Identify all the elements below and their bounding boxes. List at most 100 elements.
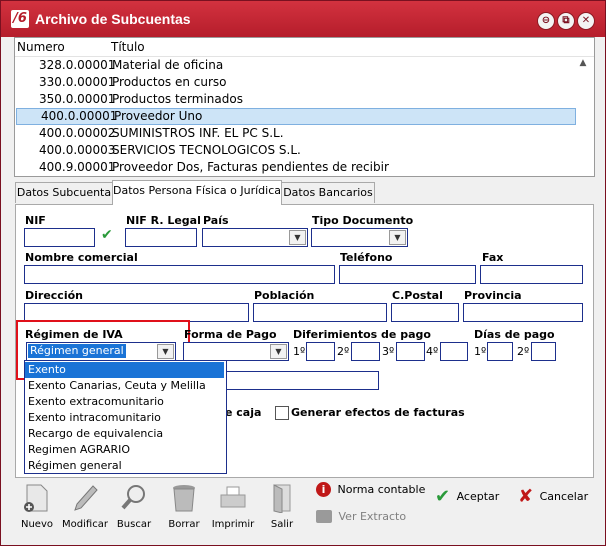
dif-4-label: 4º: [426, 345, 439, 358]
dia-1-label: 1º: [474, 345, 487, 358]
row-numero: 328.0.00001: [39, 58, 116, 72]
nif-field[interactable]: [24, 228, 95, 247]
diferimientos-label: Diferimientos de pago: [293, 328, 431, 341]
direccion-label: Dirección: [25, 289, 83, 302]
dif-4-field[interactable]: [440, 342, 468, 361]
pais-select[interactable]: ▼: [202, 228, 308, 247]
dias-pago-label: Días de pago: [474, 328, 555, 341]
close-button[interactable]: ✕: [577, 12, 595, 30]
nombre-comercial-field[interactable]: [24, 265, 335, 284]
row-titulo: Productos en curso: [112, 75, 227, 89]
dropdown-option[interactable]: Exento intracomunitario: [25, 410, 224, 426]
trash-icon: [173, 485, 195, 512]
telefono-label: Teléfono: [340, 251, 393, 264]
fax-label: Fax: [482, 251, 504, 264]
poblacion-label: Población: [254, 289, 315, 302]
printer-icon: [220, 486, 246, 508]
pencil-icon: [74, 485, 98, 511]
extra-field[interactable]: [223, 371, 379, 390]
subcuentas-window: /6 Archivo de Subcuentas ⊖ ⧉ ✕ Numero Tí…: [0, 0, 606, 546]
generar-efectos-label: Generar efectos de facturas: [291, 406, 465, 419]
dif-3-field[interactable]: [396, 342, 425, 361]
list-header: Numero Título: [15, 38, 594, 57]
list-row[interactable]: 350.0.00001 Productos terminados: [15, 91, 575, 108]
dif-1-label: 1º: [293, 345, 306, 358]
regimen-dropdown-list[interactable]: Exento Exento Canarias, Ceuta y Melilla …: [24, 360, 227, 474]
ver-extracto-label: Ver Extracto: [338, 509, 407, 523]
list-row[interactable]: 400.0.00003 SERVICIOS TECNOLOGICOS S.L.: [15, 142, 575, 159]
poblacion-field[interactable]: [253, 303, 387, 322]
dif-2-field[interactable]: [351, 342, 380, 361]
dropdown-option-exento[interactable]: Exento: [25, 362, 224, 378]
cpostal-field[interactable]: [391, 303, 459, 322]
cpostal-label: C.Postal: [392, 289, 443, 302]
dropdown-option[interactable]: Exento extracomunitario: [25, 394, 224, 410]
row-numero: 400.0.00002: [39, 126, 116, 140]
nif-legal-label: NIF R. Legal: [126, 214, 201, 227]
list-row[interactable]: 328.0.00001 Material de oficina: [15, 57, 575, 74]
dia-2-field[interactable]: [531, 342, 556, 361]
norma-contable-label: Norma contable: [337, 483, 426, 496]
scroll-up-icon[interactable]: ▲: [576, 58, 590, 72]
ver-extracto-button[interactable]: Ver Extracto: [316, 509, 406, 523]
list-row[interactable]: 400.9.00001 Proveedor Dos, Facturas pendi…: [15, 159, 575, 176]
tab-datos-persona[interactable]: Datos Persona Física o Jurídica: [112, 180, 282, 205]
dif-2-label: 2º: [337, 345, 350, 358]
provincia-field[interactable]: [463, 303, 583, 322]
window-title: Archivo de Subcuentas: [35, 11, 191, 27]
row-numero: 350.0.00001: [39, 92, 116, 106]
check-icon: ✔: [101, 227, 113, 243]
aceptar-label: Aceptar: [456, 490, 500, 503]
list-row[interactable]: 330.0.00001 Productos en curso: [15, 74, 575, 91]
aceptar-button[interactable]: ✔ Aceptar: [435, 486, 499, 507]
dif-1-field[interactable]: [306, 342, 335, 361]
telefono-field[interactable]: [339, 265, 476, 284]
cancelar-button[interactable]: ✘ Cancelar: [518, 486, 588, 507]
nuevo-label: Nuevo: [20, 519, 53, 530]
row-titulo: Proveedor Uno: [114, 109, 203, 123]
check-icon: ✔: [435, 486, 451, 507]
row-titulo: SERVICIOS TECNOLOGICOS S.L.: [112, 143, 301, 157]
row-titulo: Productos terminados: [112, 92, 243, 106]
chevron-down-icon[interactable]: ▼: [289, 230, 306, 245]
column-header-numero[interactable]: Numero: [17, 40, 65, 54]
dropdown-option[interactable]: Regimen AGRARIO: [25, 442, 224, 458]
minimize-button[interactable]: ⊖: [537, 12, 555, 30]
dif-3-label: 3º: [382, 345, 395, 358]
restore-button[interactable]: ⧉: [557, 12, 575, 30]
app-logo-icon: /6: [11, 10, 29, 28]
title-bar[interactable]: /6 Archivo de Subcuentas ⊖ ⧉ ✕: [1, 1, 605, 37]
tab-datos-bancarios[interactable]: Datos Bancarios: [281, 182, 375, 203]
subcuentas-list[interactable]: Numero Título ▲ 328.0.00001 Material de o…: [14, 37, 595, 177]
nif-legal-field[interactable]: [125, 228, 197, 247]
fax-field[interactable]: [480, 265, 583, 284]
forma-pago-select[interactable]: ▼: [183, 342, 289, 361]
provincia-label: Provincia: [464, 289, 522, 302]
forma-pago-label: Forma de Pago: [184, 328, 277, 341]
generar-efectos-checkbox[interactable]: [275, 406, 289, 420]
salir-label: Salir: [270, 519, 294, 530]
tipo-documento-label: Tipo Documento: [312, 214, 414, 227]
row-numero: 400.9.00001: [39, 160, 116, 174]
list-row[interactable]: 400.0.00002 SUMINISTROS INF. EL PC S.L.: [15, 125, 575, 142]
dropdown-option[interactable]: Régimen general: [25, 458, 224, 474]
door-exit-icon: [273, 484, 291, 513]
tab-datos-subcuenta[interactable]: Datos Subcuenta: [15, 182, 113, 203]
dia-1-field[interactable]: [487, 342, 513, 361]
row-numero: 330.0.00001: [39, 75, 116, 89]
row-numero: 400.0.00001: [41, 109, 118, 123]
pais-label: País: [203, 214, 229, 227]
chevron-down-icon[interactable]: ▼: [270, 344, 287, 359]
info-icon: i: [316, 482, 331, 497]
list-row-selected[interactable]: 400.0.00001 Proveedor Uno: [16, 108, 576, 125]
row-titulo: Material de oficina: [112, 58, 224, 72]
dropdown-option[interactable]: Recargo de equivalencia: [25, 426, 224, 442]
modificar-label: Modificar: [62, 519, 108, 530]
borrar-label: Borrar: [168, 519, 200, 530]
dia-2-label: 2º: [517, 345, 530, 358]
norma-contable-button[interactable]: i Norma contable: [316, 482, 425, 497]
chevron-down-icon[interactable]: ▼: [389, 230, 406, 245]
tipo-documento-select[interactable]: ▼: [311, 228, 408, 247]
column-header-titulo[interactable]: Título: [111, 40, 145, 54]
dropdown-option[interactable]: Exento Canarias, Ceuta y Melilla: [25, 378, 224, 394]
